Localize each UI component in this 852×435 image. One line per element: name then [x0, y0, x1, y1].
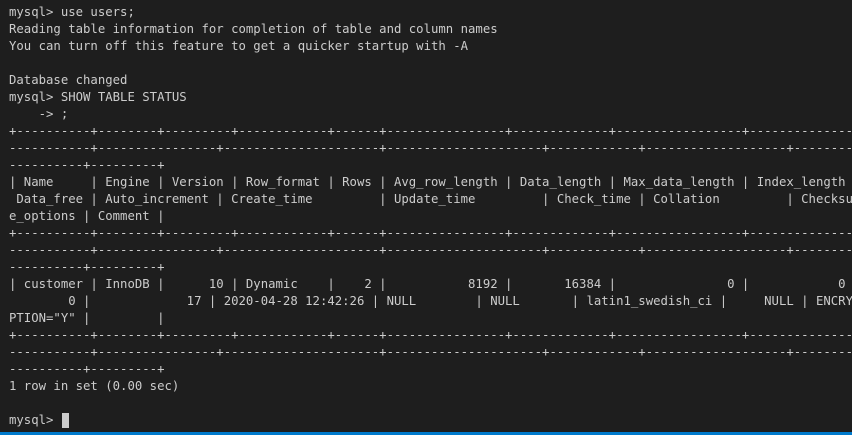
- text-cursor: [61, 413, 69, 428]
- terminal-line: Reading table information for completion…: [9, 22, 498, 36]
- result-summary-line: 1 row in set (0.00 sec): [9, 379, 180, 393]
- table-border-line: +----------+--------+---------+---------…: [9, 328, 852, 342]
- table-border-line: -----------+----------------+-----------…: [9, 345, 852, 359]
- table-border-line: -----------+----------------+-----------…: [9, 141, 852, 155]
- table-border-line: ----------+---------+: [9, 158, 165, 172]
- terminal-line: Database changed: [9, 73, 128, 87]
- table-border-line: ----------+---------+: [9, 260, 165, 274]
- table-row-line: PTION="Y" | |: [9, 311, 165, 325]
- table-header-line: | Name | Engine | Version | Row_format |…: [9, 175, 852, 189]
- table-header-line: e_options | Comment |: [9, 209, 165, 223]
- terminal-line: -> ;: [9, 107, 69, 121]
- table-border-line: +----------+--------+---------+---------…: [9, 226, 852, 240]
- terminal-window[interactable]: mysql> use users; Reading table informat…: [0, 0, 852, 435]
- active-prompt-line[interactable]: mysql>: [9, 412, 852, 429]
- table-border-line: ----------+---------+: [9, 362, 165, 376]
- terminal-line: You can turn off this feature to get a q…: [9, 39, 469, 53]
- terminal-line: mysql> SHOW TABLE STATUS: [9, 90, 187, 104]
- table-border-line: -----------+----------------+-----------…: [9, 243, 852, 257]
- table-header-line: Data_free | Auto_increment | Create_time…: [9, 192, 852, 206]
- table-row-line: | customer | InnoDB | 10 | Dynamic | 2 |…: [9, 277, 852, 291]
- prompt-label: mysql>: [9, 413, 61, 427]
- terminal-line: mysql> use users;: [9, 5, 135, 19]
- table-row-line: 0 | 17 | 2020-04-28 12:42:26 | NULL | NU…: [9, 294, 852, 308]
- table-border-line: +----------+--------+---------+---------…: [9, 124, 852, 138]
